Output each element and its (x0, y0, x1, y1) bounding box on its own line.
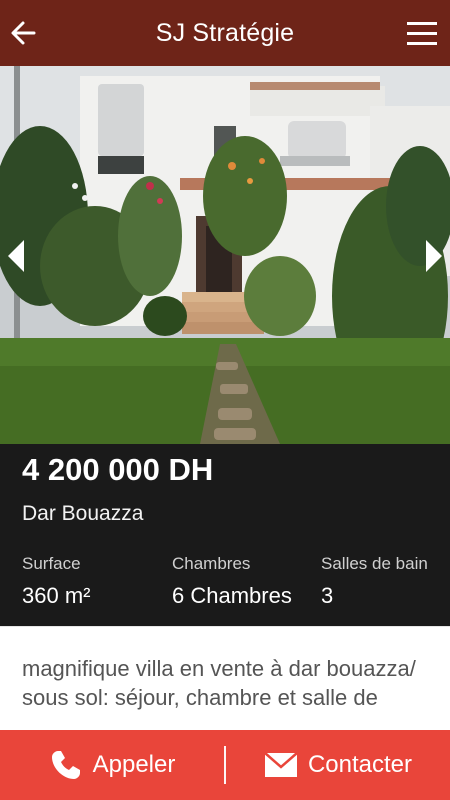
next-photo-button[interactable] (420, 228, 450, 284)
property-summary: 4 200 000 DH Dar Bouazza Surface 360 m² … (0, 444, 450, 626)
feature-bedrooms: Chambres 6 Chambres (172, 554, 292, 609)
feature-value: 3 (321, 583, 334, 608)
app-title: SJ Stratégie (155, 18, 295, 47)
app-bar: SJ Stratégie (0, 0, 450, 66)
feature-label: Surface (22, 554, 81, 573)
price: 4 200 000 DH (22, 452, 214, 487)
feature-surface: Surface 360 m² (22, 554, 90, 609)
feature-label: Chambres (172, 554, 251, 573)
action-bar: Appeler Contacter (0, 730, 450, 800)
envelope-icon (264, 752, 298, 777)
contact-button[interactable]: Contacter (226, 730, 450, 800)
photo-carousel[interactable] (0, 66, 450, 444)
phone-icon (51, 751, 80, 779)
property-description: magnifique villa en vente à dar bouazza/… (0, 626, 450, 730)
call-label: Appeler (92, 751, 176, 778)
arrow-left-icon (11, 21, 36, 45)
action-divider (224, 746, 226, 784)
chevron-left-icon (8, 240, 24, 272)
location: Dar Bouazza (22, 502, 144, 525)
menu-button[interactable] (404, 14, 440, 52)
feature-value: 360 m² (22, 583, 91, 608)
hamburger-menu-icon (407, 22, 437, 45)
chevron-right-icon (426, 240, 442, 272)
back-button[interactable] (6, 13, 46, 53)
feature-bathrooms: Salles de bain 3 (321, 554, 428, 609)
description-text: magnifique villa en vente à dar bouazza/… (22, 656, 416, 710)
feature-label: Salles de bain (321, 554, 428, 573)
contact-label: Contacter (307, 751, 413, 778)
property-photo (0, 66, 450, 444)
call-button[interactable]: Appeler (0, 730, 224, 800)
feature-value: 6 Chambres (172, 583, 292, 608)
previous-photo-button[interactable] (0, 228, 30, 284)
